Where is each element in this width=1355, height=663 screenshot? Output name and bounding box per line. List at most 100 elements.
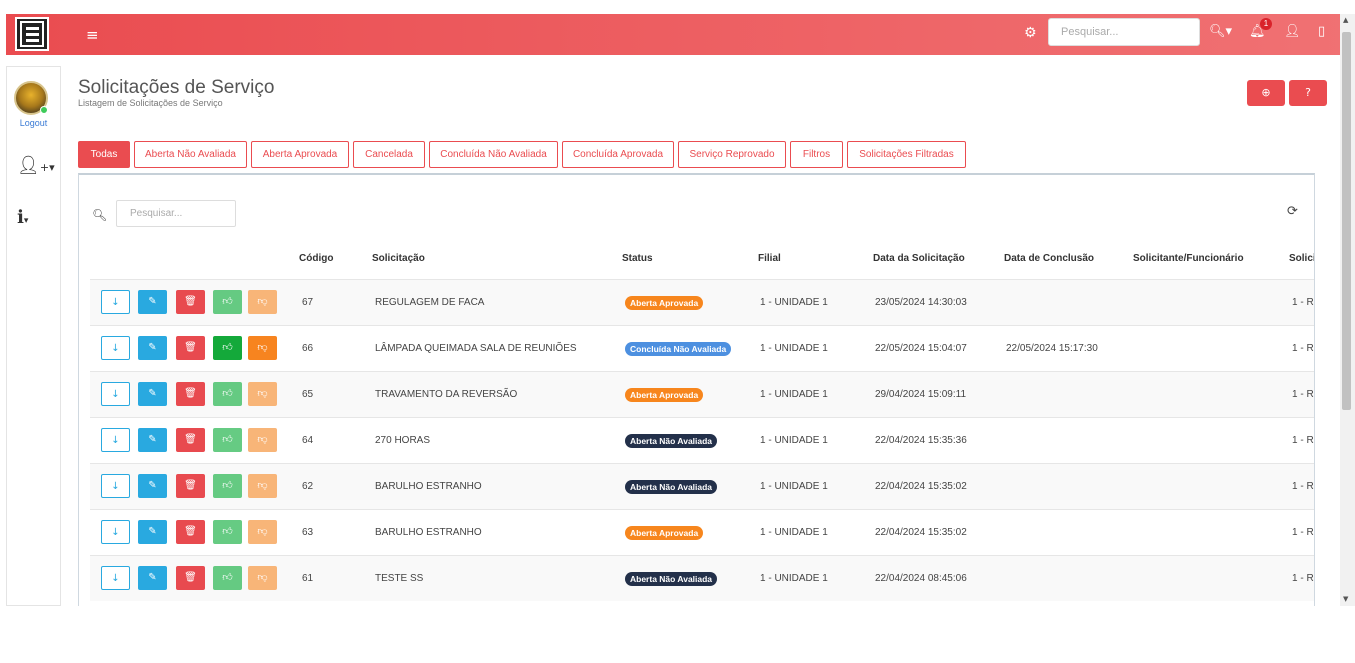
delete-button[interactable]: 🗑︎ bbox=[176, 474, 205, 498]
page-subtitle: Listagem de Solicitações de Serviço bbox=[78, 98, 223, 108]
tab-aberta-nao-avaliada[interactable]: Aberta Não Avaliada bbox=[134, 141, 247, 168]
search-dropdown-icon[interactable]: 🔍︎▾ bbox=[1209, 24, 1232, 39]
approve-button[interactable]: 👍︎ bbox=[213, 290, 242, 314]
table-row[interactable]: ↓ ✎ 🗑︎ 👍︎ 👎︎ 62 BARULHO ESTRANHO Aberta … bbox=[90, 463, 1314, 509]
scroll-down-icon[interactable]: ▼ bbox=[1343, 595, 1348, 603]
cell-filial: 1 - UNIDADE 1 bbox=[760, 343, 828, 354]
tab-filtros[interactable]: Filtros bbox=[790, 141, 843, 168]
logout-link[interactable]: Logout bbox=[7, 118, 60, 128]
column-header[interactable]: Data da Solicitação bbox=[873, 253, 965, 264]
cell-filial: 1 - UNIDADE 1 bbox=[760, 389, 828, 400]
table-row[interactable]: ↓ ✎ 🗑︎ 👍︎ 👎︎ 66 LÂMPADA QUEIMADA SALA DE… bbox=[90, 325, 1314, 371]
cell-data-solicitacao: 29/04/2024 15:09:11 bbox=[875, 389, 967, 400]
tab-todas[interactable]: Todas bbox=[78, 141, 130, 168]
reject-button[interactable]: 👎︎ bbox=[248, 566, 277, 590]
scroll-up-icon[interactable]: ▲ bbox=[1343, 16, 1348, 24]
status-badge: Aberta Não Avaliada bbox=[625, 572, 718, 586]
delete-button[interactable]: 🗑︎ bbox=[176, 382, 205, 406]
download-button[interactable]: ↓ bbox=[101, 290, 130, 314]
tab-cancelada[interactable]: Cancelada bbox=[353, 141, 425, 168]
download-button[interactable]: ↓ bbox=[101, 428, 130, 452]
reject-button[interactable]: 👎︎ bbox=[248, 428, 277, 452]
top-navbar: ≡ ⚙ 🔍︎▾ 🔔︎ 1 👤︎ ▯ bbox=[6, 14, 1346, 55]
download-button[interactable]: ↓ bbox=[101, 336, 130, 360]
refresh-icon[interactable]: ⟳ bbox=[1287, 204, 1298, 219]
status-badge: Aberta Aprovada bbox=[625, 526, 704, 540]
tab-solicitacoes-filtradas[interactable]: Solicitações Filtradas bbox=[847, 141, 966, 168]
edit-button[interactable]: ✎ bbox=[138, 474, 167, 498]
gear-icon[interactable]: ⚙ bbox=[1024, 25, 1037, 41]
table-row[interactable]: ↓ ✎ 🗑︎ 👍︎ 👎︎ 64 270 HORAS Aberta Não Ava… bbox=[90, 417, 1314, 463]
column-header[interactable]: Data de Conclusão bbox=[1004, 253, 1094, 264]
edit-button[interactable]: ✎ bbox=[138, 428, 167, 452]
fullscreen-icon[interactable]: ▯ bbox=[1318, 24, 1325, 39]
delete-button[interactable]: 🗑︎ bbox=[176, 566, 205, 590]
column-header[interactable]: Solicitação bbox=[372, 253, 425, 264]
approve-button[interactable]: 👍︎ bbox=[213, 428, 242, 452]
tab-servico-reprovado[interactable]: Serviço Reprovado bbox=[678, 141, 786, 168]
table-search-input[interactable] bbox=[116, 200, 236, 227]
page-scrollbar[interactable]: ▲ ▼ bbox=[1340, 14, 1355, 606]
cell-filial: 1 - UNIDADE 1 bbox=[760, 297, 828, 308]
approve-button[interactable]: 👍︎ bbox=[213, 520, 242, 544]
app-window: ≡ ⚙ 🔍︎▾ 🔔︎ 1 👤︎ ▯ Logout 👤︎+▾ ℹ▾ Solicit… bbox=[6, 14, 1346, 606]
approve-button[interactable]: 👍︎ bbox=[213, 474, 242, 498]
reject-button[interactable]: 👎︎ bbox=[248, 474, 277, 498]
delete-button[interactable]: 🗑︎ bbox=[176, 520, 205, 544]
tab-aberta-aprovada[interactable]: Aberta Aprovada bbox=[251, 141, 349, 168]
table-row[interactable]: ↓ ✎ 🗑︎ 👍︎ 👎︎ 67 REGULAGEM DE FACA Aberta… bbox=[90, 279, 1314, 325]
info-icon[interactable]: ℹ▾ bbox=[17, 207, 28, 228]
delete-button[interactable]: 🗑︎ bbox=[176, 290, 205, 314]
hamburger-icon[interactable]: ≡ bbox=[86, 26, 99, 44]
edit-button[interactable]: ✎ bbox=[138, 382, 167, 406]
avatar[interactable] bbox=[14, 81, 48, 115]
download-button[interactable]: ↓ bbox=[101, 382, 130, 406]
scroll-thumb[interactable] bbox=[1342, 32, 1351, 410]
download-button[interactable]: ↓ bbox=[101, 520, 130, 544]
table-row[interactable]: ↓ ✎ 🗑︎ 👍︎ 👎︎ 65 TRAVAMENTO DA REVERSÃO A… bbox=[90, 371, 1314, 417]
cell-codigo: 61 bbox=[302, 573, 314, 584]
cell-extra: 1 - R bbox=[1292, 343, 1314, 354]
table-row[interactable]: ↓ ✎ 🗑︎ 👍︎ 👎︎ 61 TESTE SS Aberta Não Aval… bbox=[90, 555, 1314, 601]
app-logo[interactable] bbox=[15, 17, 49, 51]
edit-button[interactable]: ✎ bbox=[138, 290, 167, 314]
table-row[interactable]: ↓ ✎ 🗑︎ 👍︎ 👎︎ 63 BARULHO ESTRANHO Aberta … bbox=[90, 509, 1314, 555]
tab-concluida-nao-avaliada[interactable]: Concluída Não Avaliada bbox=[429, 141, 558, 168]
cell-codigo: 67 bbox=[302, 297, 314, 308]
column-header[interactable]: Código bbox=[299, 253, 333, 264]
reject-button[interactable]: 👎︎ bbox=[248, 382, 277, 406]
download-button[interactable]: ↓ bbox=[101, 474, 130, 498]
approve-button[interactable]: 👍︎ bbox=[213, 566, 242, 590]
status-badge: Concluída Não Avaliada bbox=[625, 342, 732, 356]
edit-button[interactable]: ✎ bbox=[138, 566, 167, 590]
help-button[interactable]: ? bbox=[1289, 80, 1327, 106]
notification-badge: 1 bbox=[1260, 18, 1272, 30]
reject-button[interactable]: 👎︎ bbox=[248, 520, 277, 544]
cell-filial: 1 - UNIDADE 1 bbox=[760, 527, 828, 538]
edit-button[interactable]: ✎ bbox=[138, 520, 167, 544]
add-user-icon[interactable]: 👤︎+▾ bbox=[17, 155, 55, 176]
column-header[interactable]: Solici bbox=[1289, 253, 1314, 264]
add-button[interactable]: ⊕ bbox=[1247, 80, 1285, 106]
download-button[interactable]: ↓ bbox=[101, 566, 130, 590]
delete-button[interactable]: 🗑︎ bbox=[176, 428, 205, 452]
status-badge: Aberta Não Avaliada bbox=[625, 480, 718, 494]
edit-button[interactable]: ✎ bbox=[138, 336, 167, 360]
status-badge: Aberta Aprovada bbox=[625, 388, 704, 402]
cell-filial: 1 - UNIDADE 1 bbox=[760, 435, 828, 446]
reject-button[interactable]: 👎︎ bbox=[248, 290, 277, 314]
delete-button[interactable]: 🗑︎ bbox=[176, 336, 205, 360]
cell-data-solicitacao: 22/04/2024 15:35:02 bbox=[875, 481, 967, 492]
tab-concluida-aprovada[interactable]: Concluída Aprovada bbox=[562, 141, 674, 168]
column-header[interactable]: Solicitante/Funcionário bbox=[1133, 253, 1244, 264]
column-header[interactable]: Filial bbox=[758, 253, 781, 264]
cell-data-conclusao: 22/05/2024 15:17:30 bbox=[1006, 343, 1098, 354]
reject-button[interactable]: 👎︎ bbox=[248, 336, 277, 360]
column-header[interactable]: Status bbox=[622, 253, 653, 264]
approve-button[interactable]: 👍︎ bbox=[213, 336, 242, 360]
top-search-input[interactable] bbox=[1048, 18, 1200, 46]
cell-data-solicitacao: 22/04/2024 15:35:36 bbox=[875, 435, 967, 446]
user-icon[interactable]: 👤︎ bbox=[1284, 24, 1301, 39]
approve-button[interactable]: 👍︎ bbox=[213, 382, 242, 406]
cell-codigo: 63 bbox=[302, 527, 314, 538]
